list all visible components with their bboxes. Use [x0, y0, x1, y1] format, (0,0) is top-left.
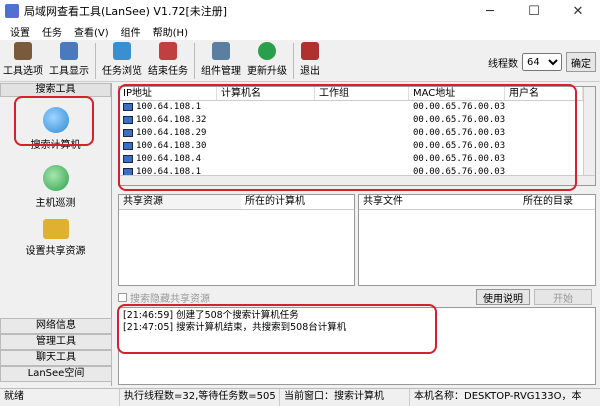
table-row[interactable]: 100.64.108.1 00.00.65.76.00.03 [119, 101, 595, 114]
table-row[interactable]: 100.64.108.30 00.00.65.76.00.03 [119, 140, 595, 153]
log-line: [21:46:59] 创建了508个搜索计算机任务 [123, 310, 299, 321]
ip-cell: 100.64.108.1 [119, 101, 217, 114]
host-table-vscroll[interactable] [583, 87, 595, 185]
search-computer-icon [42, 107, 69, 133]
ip-cell: 100.64.108.4 [119, 153, 217, 166]
tools-icon [14, 42, 32, 60]
toolbar-separator [293, 43, 294, 79]
log-line: [21:47:05] 搜索计算机结束，共搜索到508台计算机 [123, 322, 347, 333]
tool-options-button[interactable]: 工具选项 [0, 40, 46, 77]
update-button[interactable]: 更新升级 [244, 40, 290, 77]
shared-resources-table[interactable]: 共享资源 所在的计算机 [118, 194, 355, 286]
menu-bar: 设置 任务 查看(V) 组件 帮助(H) [0, 22, 600, 40]
status-bar: 就绪 执行线程数=32,等待任务数=505 当前窗口：搜索计算机 本机名称：DE… [0, 388, 600, 406]
component-icon [212, 42, 230, 60]
ip-cell: 100.64.108.30 [119, 140, 217, 153]
table-row[interactable]: 100.64.108.32 00.00.65.76.00.03 [119, 114, 595, 127]
maximize-button[interactable]: ☐ [512, 0, 556, 22]
status-host: 本机名称：DESKTOP-RVG133O，本 [414, 390, 582, 402]
network-info-tab[interactable]: 网络信息 [0, 318, 112, 334]
mac-cell: 00.00.65.76.00.03 [413, 102, 506, 112]
task-browse-icon [113, 42, 131, 60]
toolbar-separator [194, 43, 195, 79]
menu-view[interactable]: 查看(V) [68, 24, 115, 39]
host-scan-icon [42, 165, 69, 191]
col-ip[interactable]: IP地址 [119, 87, 217, 100]
left-panel: 搜索工具 搜索计算机 主机巡测 设置共享资源 网络信息 管理工具 聊天工具 La… [0, 83, 112, 386]
thread-controls: 线程数 64 确定 [488, 52, 596, 72]
host-table[interactable]: IP地址 计算机名 工作组 MAC地址 用户名 100.64.108.1 00.0… [118, 86, 596, 186]
table-row[interactable]: 100.64.108.29 00.00.65.76.00.03 [119, 127, 595, 140]
computer-icon [123, 102, 133, 111]
host-scan-item[interactable]: 主机巡测 [0, 165, 111, 209]
search-tools-header[interactable]: 搜索工具 [0, 83, 111, 97]
exit-icon [301, 42, 319, 60]
app-icon [5, 4, 19, 18]
hidden-share-checkbox[interactable]: 搜索隐藏共享资源 [118, 290, 210, 305]
display-icon [60, 42, 78, 60]
ip-cell: 100.64.108.32 [119, 114, 217, 127]
status-tasks: 执行线程数=32,等待任务数=505 [120, 388, 280, 406]
col-workgroup[interactable]: 工作组 [315, 87, 409, 100]
tool-display-button[interactable]: 工具显示 [46, 40, 92, 77]
options-row: 搜索隐藏共享资源 使用说明 开始 [118, 289, 596, 305]
col-mac[interactable]: MAC地址 [409, 87, 505, 100]
toolbar: 工具选项 工具显示 任务浏览 结束任务 组件管理 更新升级 退出 线程数 64 … [0, 40, 600, 82]
computer-icon [123, 128, 133, 137]
title-bar: 局域网查看工具(LanSee) V1.72[未注册] ─ ☐ ✕ [0, 0, 600, 22]
chat-tools-tab[interactable]: 聊天工具 [0, 350, 112, 366]
col-directory[interactable]: 所在的目录 [519, 195, 573, 209]
menu-help[interactable]: 帮助(H) [147, 24, 194, 39]
search-computer-item[interactable]: 搜索计算机 [0, 107, 111, 151]
status-window: 当前窗口：搜索计算机 [280, 388, 410, 406]
table-row[interactable]: 100.64.108.4 00.00.65.76.00.03 [119, 153, 595, 166]
confirm-button[interactable]: 确定 [566, 52, 596, 72]
threads-select[interactable]: 64 [522, 53, 562, 71]
shared-files-table[interactable]: 共享文件 所在的目录 [358, 194, 596, 286]
col-computer-name[interactable]: 计算机名 [217, 87, 315, 100]
mac-cell: 00.00.65.76.00.03 [413, 115, 506, 125]
set-share-item[interactable]: 设置共享资源 [0, 219, 111, 257]
computer-icon [123, 154, 133, 163]
ip-cell: 100.64.108.29 [119, 127, 217, 140]
host-table-header: IP地址 计算机名 工作组 MAC地址 用户名 [119, 87, 595, 101]
col-host-computer[interactable]: 所在的计算机 [241, 195, 305, 209]
threads-label: 线程数 [488, 58, 518, 70]
mac-cell: 00.00.65.76.00.03 [413, 154, 506, 164]
stop-task-icon [159, 42, 177, 60]
help-button[interactable]: 使用说明 [476, 289, 530, 305]
computer-icon [123, 115, 133, 124]
mac-cell: 00.00.65.76.00.03 [413, 141, 506, 151]
window-title: 局域网查看工具(LanSee) V1.72[未注册] [24, 5, 228, 18]
status-ready: 就绪 [0, 388, 120, 406]
menu-task[interactable]: 任务 [36, 24, 68, 39]
log-panel: [21:46:59] 创建了508个搜索计算机任务 [21:47:05] 搜索计… [118, 307, 596, 385]
share-folder-icon [42, 219, 69, 239]
task-browse-button[interactable]: 任务浏览 [99, 40, 145, 77]
toolbar-separator [95, 43, 96, 79]
menu-settings[interactable]: 设置 [4, 24, 36, 39]
minimize-button[interactable]: ─ [468, 0, 512, 22]
lansee-space-tab[interactable]: LanSee空间 [0, 366, 112, 382]
host-table-hscroll[interactable] [119, 175, 595, 185]
close-button[interactable]: ✕ [556, 0, 600, 22]
exit-button[interactable]: 退出 [297, 40, 323, 77]
computer-icon [123, 141, 133, 150]
admin-tools-tab[interactable]: 管理工具 [0, 334, 112, 350]
update-icon [258, 42, 276, 60]
start-button[interactable]: 开始 [534, 289, 592, 305]
stop-task-button[interactable]: 结束任务 [145, 40, 191, 77]
col-shared-file[interactable]: 共享文件 [359, 195, 519, 209]
col-shared-resource[interactable]: 共享资源 [119, 195, 241, 209]
component-manage-button[interactable]: 组件管理 [198, 40, 244, 77]
menu-component[interactable]: 组件 [115, 24, 147, 39]
mac-cell: 00.00.65.76.00.03 [413, 128, 506, 138]
col-username[interactable]: 用户名 [505, 87, 583, 100]
